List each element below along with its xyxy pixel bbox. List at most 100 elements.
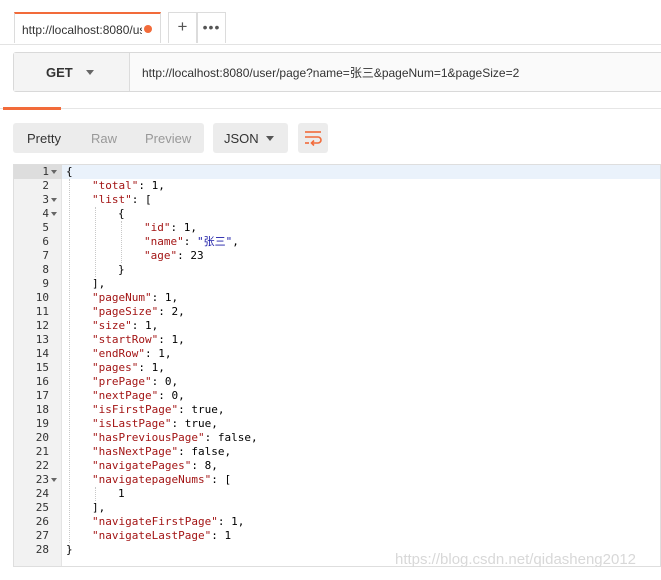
code-text: "nextPage": 0, — [92, 389, 185, 402]
code-line: 8} — [14, 263, 660, 277]
code-text: "hasPreviousPage": false, — [92, 431, 258, 444]
code-line: 9], — [14, 277, 660, 291]
wrap-lines-button[interactable] — [298, 123, 328, 153]
code-line: 21 "hasNextPage": false, — [14, 445, 660, 459]
tab-raw[interactable]: Raw — [91, 131, 117, 146]
code-text: "startRow": 1, — [92, 333, 185, 346]
code-line: 22 "navigatePages": 8, — [14, 459, 660, 473]
code-text: "isFirstPage": true, — [92, 403, 225, 416]
line-number: 21 — [35, 445, 49, 458]
line-number: 25 — [35, 501, 49, 514]
code-line: 10 "pageNum": 1, — [14, 291, 660, 305]
tab-pretty[interactable]: Pretty — [27, 131, 61, 146]
url-input[interactable]: http://localhost:8080/user/page?name=张三&… — [142, 64, 519, 81]
code-line: 16 "prePage": 0, — [14, 375, 660, 389]
line-number: 15 — [35, 361, 49, 374]
new-tab-button[interactable]: + — [168, 12, 197, 43]
code-line: 19 "isLastPage": true, — [14, 417, 660, 431]
method-label: GET — [46, 65, 73, 80]
code-line: 27 "navigateLastPage": 1 — [14, 529, 660, 543]
plus-icon: + — [177, 17, 188, 36]
code-text: "pageNum": 1, — [92, 291, 179, 304]
code-line: 18 "isFirstPage": true, — [14, 403, 660, 417]
code-line: 5 "id": 1, — [14, 221, 660, 235]
view-mode-group: Pretty Raw Preview — [13, 123, 204, 153]
code-text: } — [66, 543, 73, 556]
code-text: "navigateFirstPage": 1, — [92, 515, 245, 528]
line-number: 20 — [35, 431, 49, 444]
line-number: 13 — [35, 333, 49, 346]
tab-strip: http://localhost:8080/user/page?name=张三&… — [0, 0, 661, 45]
code-line: 20 "hasPreviousPage": false, — [14, 431, 660, 445]
line-number: 9 — [42, 277, 49, 290]
code-text: ], — [92, 277, 106, 290]
code-line: 17 "nextPage": 0, — [14, 389, 660, 403]
code-line: 1{ — [14, 165, 660, 179]
indent-guide — [95, 487, 96, 501]
line-number: 19 — [35, 417, 49, 430]
request-bar: GET http://localhost:8080/user/page?name… — [13, 52, 661, 92]
code-line: 6 "name": "张三", — [14, 235, 660, 249]
format-label: JSON — [224, 131, 259, 146]
code-line: 7 "age": 23 — [14, 249, 660, 263]
method-select[interactable]: GET — [14, 53, 130, 91]
indent-guide — [121, 221, 122, 263]
code-line: 11 "pageSize": 2, — [14, 305, 660, 319]
fold-caret-icon[interactable] — [51, 198, 57, 202]
caret-down-icon — [266, 136, 274, 141]
line-number: 22 — [35, 459, 49, 472]
line-number: 26 — [35, 515, 49, 528]
line-number: 17 — [35, 389, 49, 402]
code-text: "name": "张三", — [144, 235, 239, 248]
line-number: 10 — [35, 291, 49, 304]
code-text: ], — [92, 501, 106, 514]
line-number: 5 — [42, 221, 49, 234]
code-text: "navigatePages": 8, — [92, 459, 218, 472]
line-number: 24 — [35, 487, 49, 500]
code-text: } — [118, 263, 125, 276]
line-number: 27 — [35, 529, 49, 542]
line-number: 3 — [42, 193, 49, 206]
code-line: 13 "startRow": 1, — [14, 333, 660, 347]
line-number: 28 — [35, 543, 49, 556]
tab-preview[interactable]: Preview — [145, 131, 191, 146]
format-select[interactable]: JSON — [213, 123, 288, 153]
wrap-lines-icon — [305, 131, 322, 147]
code-text: "isLastPage": true, — [92, 417, 218, 430]
line-number: 16 — [35, 375, 49, 388]
line-number: 11 — [35, 305, 49, 318]
code-text: "pageSize": 2, — [92, 305, 185, 318]
line-number: 18 — [35, 403, 49, 416]
code-text: "pages": 1, — [92, 361, 165, 374]
line-number: 4 — [42, 207, 49, 220]
fold-caret-icon[interactable] — [51, 170, 57, 174]
response-body-editor[interactable]: 1{2 "total": 1, 3 "list": [4 {5 "id": 1, 6 "nam… — [13, 164, 661, 567]
code-line: 12 "size": 1, — [14, 319, 660, 333]
code-text: "navigatepageNums": [ — [92, 473, 232, 486]
code-line: 26 "navigateFirstPage": 1, — [14, 515, 660, 529]
code-line: 23 "navigatepageNums": [ — [14, 473, 660, 487]
line-number: 14 — [35, 347, 49, 360]
ellipsis-icon: ••• — [202, 19, 221, 35]
line-number: 8 — [42, 263, 49, 276]
request-tab[interactable]: http://localhost:8080/user/page?name=张三&… — [14, 12, 161, 43]
line-number: 2 — [42, 179, 49, 192]
code-line: 15 "pages": 1, — [14, 361, 660, 375]
line-number: 6 — [42, 235, 49, 248]
code-text: { — [66, 165, 73, 178]
caret-down-icon — [86, 70, 94, 75]
line-number: 1 — [42, 165, 49, 178]
code-line: 3 "list": [ — [14, 193, 660, 207]
fold-caret-icon[interactable] — [51, 212, 57, 216]
code-text: "prePage": 0, — [92, 375, 179, 388]
fold-caret-icon[interactable] — [51, 478, 57, 482]
active-section-indicator — [3, 107, 61, 110]
code-text: "hasNextPage": false, — [92, 445, 232, 458]
indent-guide — [95, 207, 96, 277]
request-tab-label: http://localhost:8080/user/page?name=张三&… — [22, 23, 142, 37]
code-text: "total": 1, — [92, 179, 165, 192]
more-tabs-button[interactable]: ••• — [197, 12, 226, 43]
indent-guide — [69, 179, 70, 543]
divider — [0, 108, 661, 109]
line-number: 23 — [35, 473, 49, 486]
